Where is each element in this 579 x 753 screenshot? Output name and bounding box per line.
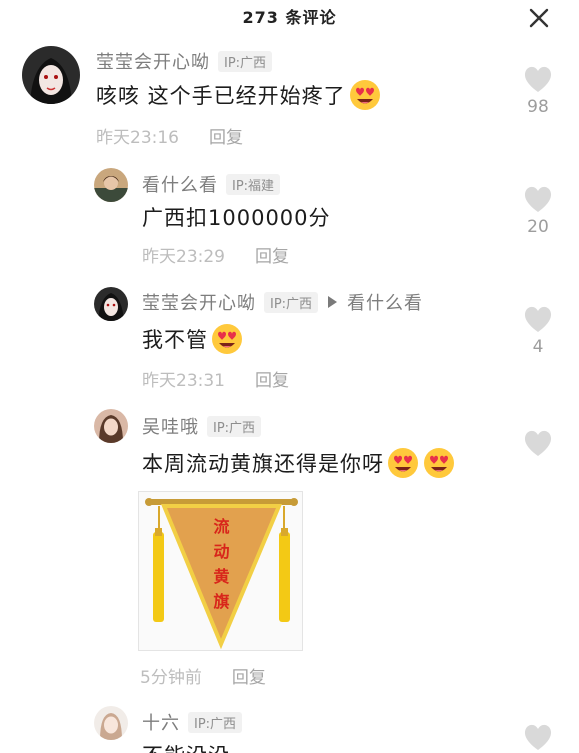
- ip-location-tag: IP:广西: [207, 415, 262, 437]
- comment-time: 昨天23:29: [142, 247, 225, 267]
- comment-text: 广西扣1000000分: [142, 206, 331, 230]
- like-button[interactable]: 98: [515, 64, 561, 117]
- ip-location-tag: IP:福建: [226, 173, 281, 195]
- avatar[interactable]: [22, 46, 80, 104]
- comment-author[interactable]: 吴哇哦: [142, 413, 199, 439]
- heart-icon: [524, 66, 552, 92]
- heart-eyes-emoji-icon: [210, 322, 244, 356]
- comment-text: 本周流动黄旗还得是你呀: [142, 452, 384, 476]
- comment-text: 咳咳 这个手已经开始疼了: [96, 84, 346, 108]
- heart-eyes-emoji-icon: [422, 446, 456, 480]
- close-button[interactable]: [527, 6, 551, 30]
- like-count: 98: [527, 97, 549, 117]
- comment-text: 不能没没: [142, 740, 230, 753]
- comment-author[interactable]: 看什么看: [142, 171, 218, 197]
- like-count: 4: [532, 337, 544, 357]
- reply-button[interactable]: 回复: [232, 663, 266, 688]
- comment-time: 昨天23:16: [96, 128, 179, 148]
- reply-button[interactable]: 回复: [209, 123, 243, 148]
- ip-location-tag: IP:广西: [188, 711, 243, 733]
- like-button[interactable]: 20: [515, 184, 561, 237]
- comment-time: 5分钟前: [140, 668, 202, 688]
- comment-author[interactable]: 十六: [142, 709, 180, 735]
- heart-eyes-emoji-icon: [348, 78, 382, 112]
- avatar[interactable]: [94, 168, 128, 202]
- avatar[interactable]: [94, 409, 128, 443]
- comment-time: 昨天23:31: [142, 371, 225, 391]
- pennant-text: 旗: [213, 592, 230, 611]
- pennant-text: 黄: [213, 567, 230, 586]
- comments-header: 273 条评论: [0, 0, 579, 34]
- avatar[interactable]: [94, 287, 128, 321]
- like-count: 20: [527, 217, 549, 237]
- ip-location-tag: IP:广西: [264, 291, 319, 313]
- heart-icon: [524, 724, 552, 750]
- comment-count-title: 273 条评论: [242, 8, 337, 27]
- heart-icon: [524, 306, 552, 332]
- like-button[interactable]: [515, 428, 561, 461]
- comment-text: 我不管: [142, 328, 208, 352]
- like-button[interactable]: [515, 722, 561, 752]
- reply-arrow-icon: [328, 296, 338, 308]
- comment-image-pennant[interactable]: 流 动 黄 旗: [138, 491, 303, 651]
- avatar[interactable]: [94, 706, 128, 740]
- comment-author[interactable]: 莹莹会开心呦: [142, 289, 256, 315]
- ip-location-tag: IP:广西: [218, 50, 273, 72]
- heart-eyes-emoji-icon: [386, 446, 420, 480]
- reply-button[interactable]: 回复: [255, 242, 289, 267]
- close-icon: [529, 8, 549, 28]
- comment-author[interactable]: 莹莹会开心呦: [96, 48, 210, 74]
- reply-target-name[interactable]: 看什么看: [347, 289, 423, 315]
- heart-icon: [524, 430, 552, 456]
- pennant-text: 流: [213, 517, 230, 536]
- like-button[interactable]: 4: [515, 304, 561, 357]
- heart-icon: [524, 186, 552, 212]
- pennant-text: 动: [213, 542, 230, 561]
- reply-button[interactable]: 回复: [255, 366, 289, 391]
